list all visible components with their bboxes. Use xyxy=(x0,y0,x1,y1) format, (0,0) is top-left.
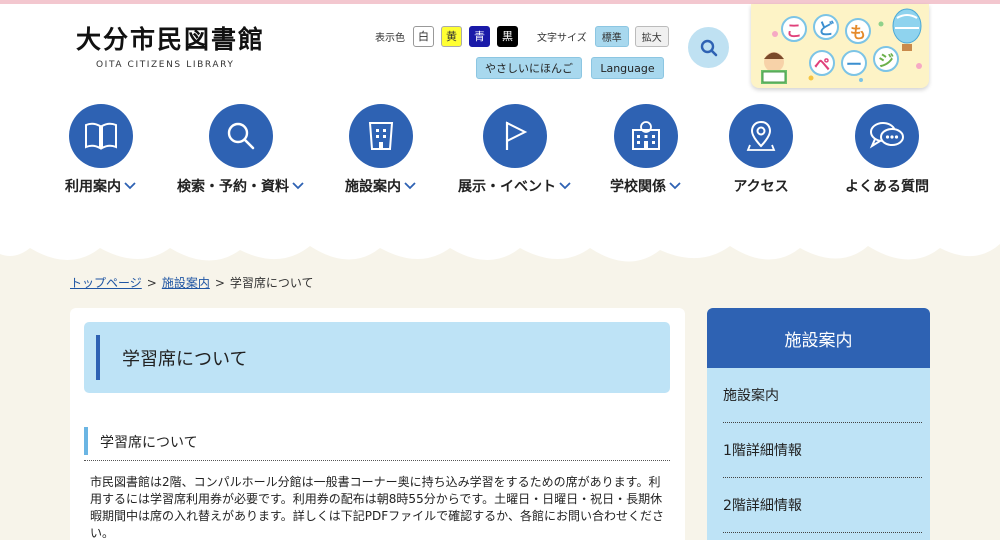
font-size-large-button[interactable]: 拡大 xyxy=(634,25,669,47)
site-subtitle: OITA CITIZENS LIBRARY xyxy=(96,60,235,70)
nav-label: 検索・予約・資料 xyxy=(177,179,289,195)
display-tools: 表示色 白 黄 青 黒 文字サイズ 標準 拡大 xyxy=(375,25,675,47)
easy-japanese-button[interactable]: やさしいにほんご xyxy=(476,57,582,79)
language-tools: やさしいにほんご Language xyxy=(476,57,673,79)
color-black-button[interactable]: 黒 xyxy=(497,25,518,47)
search-icon xyxy=(700,39,717,56)
nav-label: 展示・イベント xyxy=(458,179,556,195)
sidebar-item-facilities[interactable]: 施設案内 xyxy=(723,368,922,423)
nav-label: アクセス xyxy=(733,179,789,195)
chevron-down-icon xyxy=(559,182,571,190)
search-button[interactable] xyxy=(688,27,729,68)
font-size-label: 文字サイズ xyxy=(537,32,587,44)
nav-label: 利用案内 xyxy=(65,179,121,195)
kids-char: ジ xyxy=(873,46,899,72)
chevron-down-icon xyxy=(292,182,304,190)
color-white-button[interactable]: 白 xyxy=(413,25,434,47)
building-icon xyxy=(368,122,394,150)
site-logo[interactable]: 大分市民図書館 OITA CITIZENS LIBRARY xyxy=(76,22,265,70)
chevron-down-icon xyxy=(669,182,681,190)
language-button[interactable]: Language xyxy=(591,57,664,79)
nav-item-schools[interactable]: 学校関係 xyxy=(581,104,711,196)
kids-char: こ xyxy=(781,16,807,42)
color-yellow-button[interactable]: 黄 xyxy=(441,25,462,47)
sidebar: 施設案内 施設案内 1階詳細情報 2階詳細情報 xyxy=(707,308,930,540)
chat-icon xyxy=(869,122,904,149)
breadcrumb-parent-link[interactable]: 施設案内 xyxy=(162,274,210,291)
school-icon xyxy=(632,121,660,150)
kids-char: も xyxy=(845,18,871,44)
breadcrumb-current: 学習席について xyxy=(229,276,314,290)
section-heading: 学習席について xyxy=(84,427,670,461)
page-title-box: 学習席について xyxy=(84,322,670,393)
main-content: 学習席について 学習席について 市民図書館は2階、コンパルホール分館は一般書コー… xyxy=(70,308,685,540)
sidebar-item-floor-1[interactable]: 1階詳細情報 xyxy=(723,423,922,478)
body-paragraph: 市民図書館は2階、コンパルホール分館は一般書コーナー奥に持ち込み学習をするための… xyxy=(90,475,664,540)
nav-item-search[interactable]: 検索・予約・資料 xyxy=(176,104,306,196)
title-accent-bar xyxy=(96,335,100,380)
heading-accent-bar xyxy=(84,427,88,455)
breadcrumb-home-link[interactable]: トップページ xyxy=(70,274,142,291)
font-size-standard-button[interactable]: 標準 xyxy=(594,25,629,47)
site-title: 大分市民図書館 xyxy=(76,25,266,54)
color-label: 表示色 xyxy=(375,32,405,44)
breadcrumb-separator: > xyxy=(146,275,157,290)
site-header: 大分市民図書館 OITA CITIZENS LIBRARY 表示色 白 黄 青 … xyxy=(0,4,1000,262)
sidebar-item-floor-2[interactable]: 2階詳細情報 xyxy=(723,478,922,533)
nav-label: 施設案内 xyxy=(345,179,401,195)
nav-label: 学校関係 xyxy=(610,179,666,195)
breadcrumb: トップページ > 施設案内 > 学習席について xyxy=(70,274,314,291)
kids-char: ど xyxy=(813,14,839,40)
nav-item-access[interactable]: アクセス xyxy=(696,104,826,196)
chevron-down-icon xyxy=(404,182,416,190)
book-icon xyxy=(85,122,117,150)
map-pin-icon xyxy=(746,120,776,151)
kids-banner-decoration xyxy=(761,8,922,84)
page-title: 学習席について xyxy=(122,349,248,370)
kids-char: ペ xyxy=(809,50,835,76)
nav-item-usage[interactable]: 利用案内 xyxy=(36,104,166,196)
breadcrumb-separator: > xyxy=(214,275,225,290)
section-heading-text: 学習席について xyxy=(100,435,198,451)
nav-item-events[interactable]: 展示・イベント xyxy=(450,104,580,196)
nav-label: よくある質問 xyxy=(845,179,929,195)
cloud-divider xyxy=(0,204,1000,262)
nav-item-faq[interactable]: よくある質問 xyxy=(822,104,952,196)
color-blue-button[interactable]: 青 xyxy=(469,25,490,47)
kids-char: ー xyxy=(841,50,867,76)
kids-page-banner[interactable]: こ ど も ペ ー ジ xyxy=(751,4,929,88)
chevron-down-icon xyxy=(124,182,136,190)
search-icon xyxy=(227,122,255,150)
sidebar-title: 施設案内 xyxy=(707,308,930,368)
flag-icon xyxy=(505,121,528,150)
nav-item-facilities[interactable]: 施設案内 xyxy=(316,104,446,196)
